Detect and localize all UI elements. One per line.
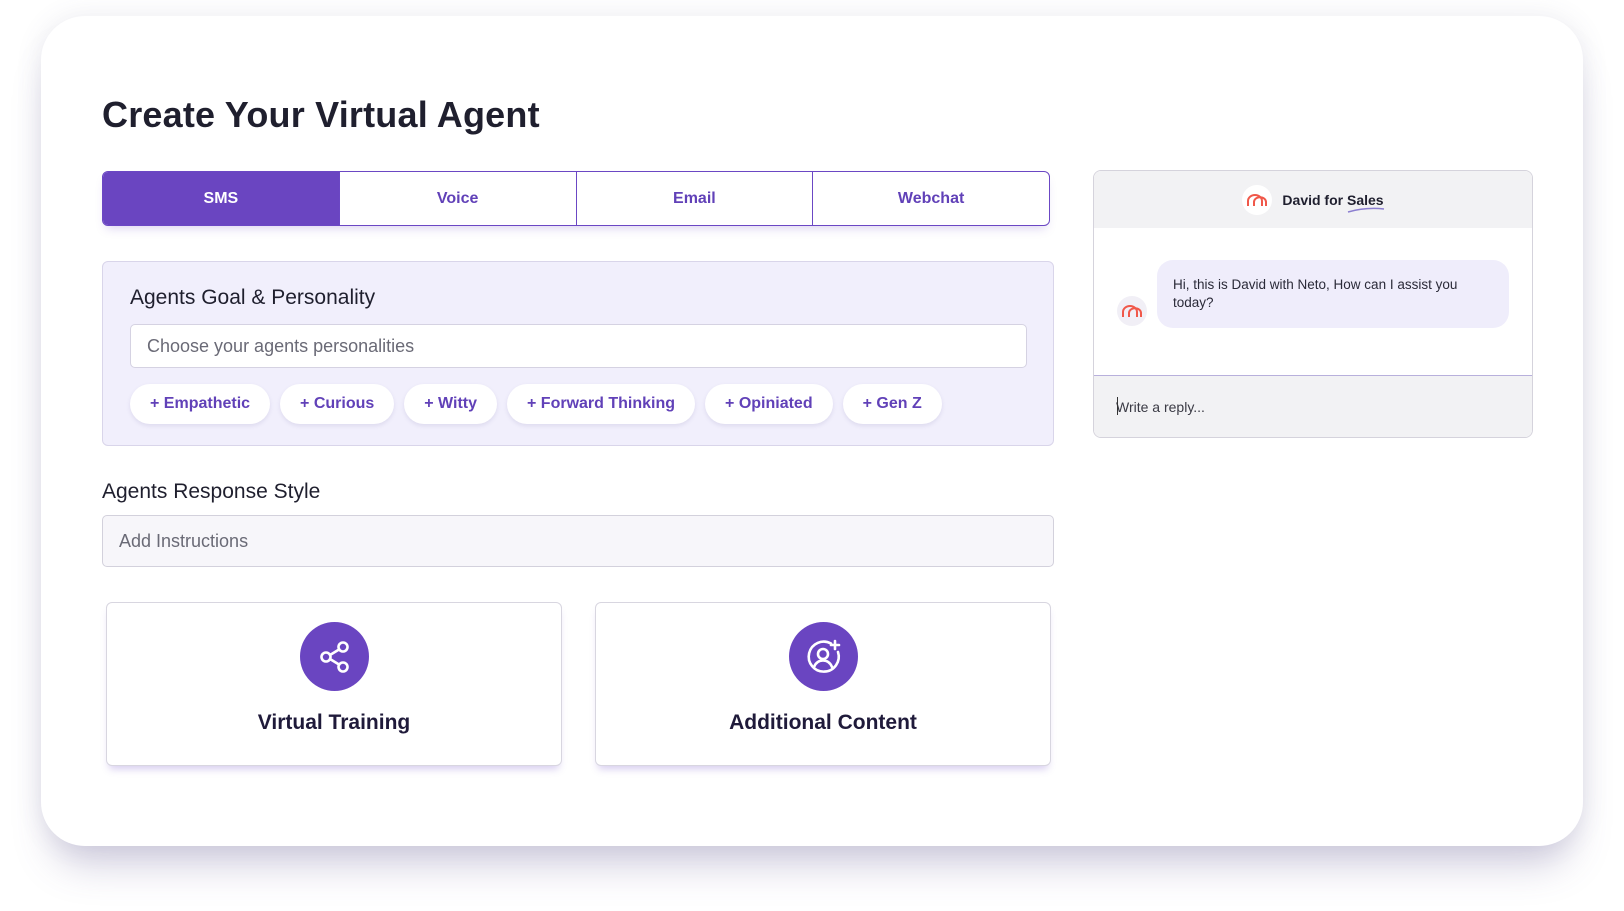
agent-name: David for Sales xyxy=(1282,191,1384,213)
response-style-title: Agents Response Style xyxy=(102,480,321,503)
share-icon xyxy=(300,622,369,691)
additional-content-card[interactable]: Additional Content xyxy=(595,602,1051,766)
channel-tabs: SMS Voice Email Webchat xyxy=(102,171,1050,226)
chip-forward-thinking[interactable]: + Forward Thinking xyxy=(507,384,696,424)
text-cursor xyxy=(1117,397,1118,415)
virtual-training-label: Virtual Training xyxy=(257,711,411,734)
tab-email[interactable]: Email xyxy=(577,172,814,225)
underline-swoosh-icon xyxy=(1347,207,1384,213)
agent-avatar-icon xyxy=(1117,296,1147,326)
additional-content-label: Additional Content xyxy=(729,711,917,734)
chip-gen-z[interactable]: + Gen Z xyxy=(842,384,942,424)
personality-input[interactable] xyxy=(130,324,1027,368)
add-user-icon xyxy=(789,622,858,691)
tab-webchat[interactable]: Webchat xyxy=(813,172,1049,225)
goal-personality-panel: Agents Goal & Personality + Empathetic +… xyxy=(102,261,1054,446)
chip-curious[interactable]: + Curious xyxy=(280,384,395,424)
page-title: Create Your Virtual Agent xyxy=(102,94,540,135)
goal-title: Agents Goal & Personality xyxy=(130,286,376,309)
agent-message-bubble: Hi, this is David with Neto, How can I a… xyxy=(1157,260,1509,328)
chip-empathetic[interactable]: + Empathetic xyxy=(130,384,271,424)
reply-input[interactable] xyxy=(1094,376,1532,437)
tab-sms[interactable]: SMS xyxy=(103,172,340,225)
chip-witty[interactable]: + Witty xyxy=(404,384,498,424)
chat-header: David for Sales xyxy=(1094,171,1532,228)
personality-chips: + Empathetic + Curious + Witty + Forward… xyxy=(130,384,942,424)
agent-logo-icon xyxy=(1242,184,1273,215)
instructions-input[interactable] xyxy=(102,515,1054,567)
tab-voice[interactable]: Voice xyxy=(340,172,577,225)
agent-name-label: David for Sales xyxy=(1282,191,1384,208)
virtual-training-card[interactable]: Virtual Training xyxy=(106,602,562,766)
chip-opiniated[interactable]: + Opiniated xyxy=(705,384,833,424)
chat-preview: David for Sales Hi, this is David with N… xyxy=(1093,170,1533,438)
